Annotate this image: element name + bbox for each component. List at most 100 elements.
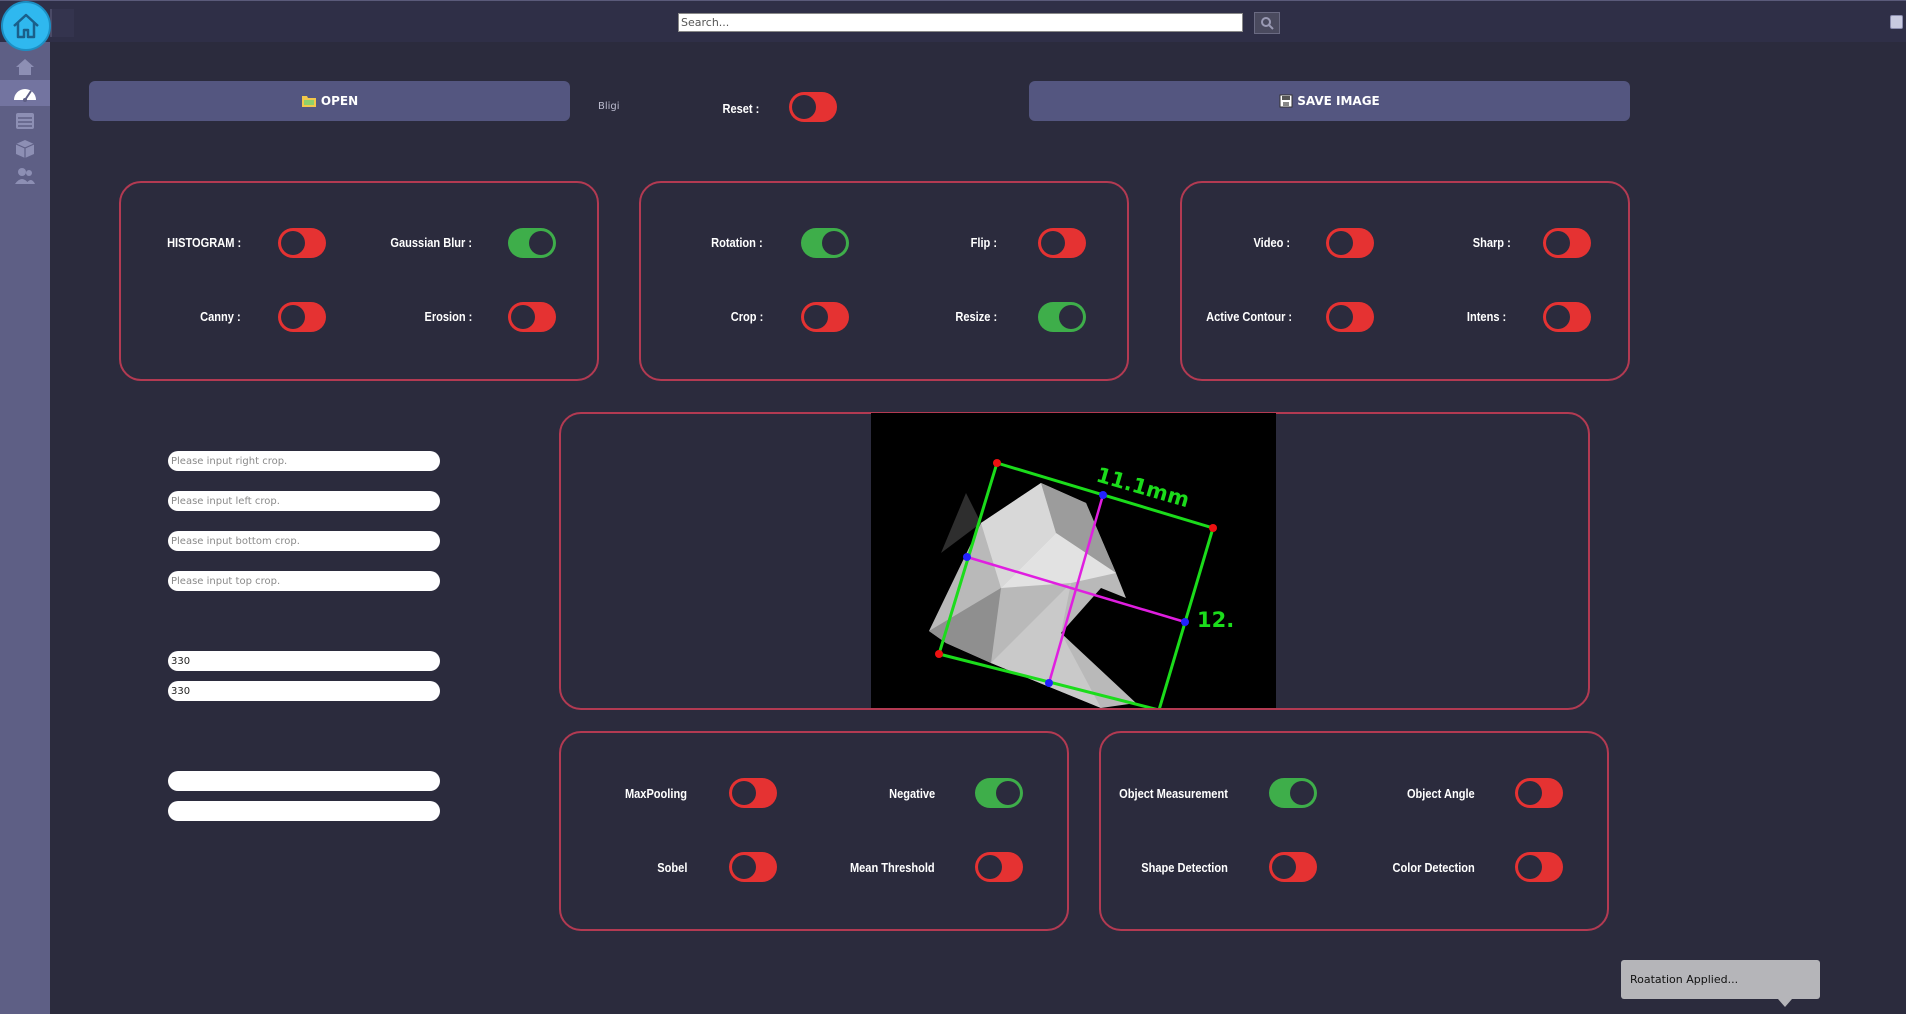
- left-crop-input[interactable]: [168, 491, 440, 511]
- toggle-knob: [1546, 305, 1570, 329]
- toggle-knob: [996, 781, 1020, 805]
- sidebar: [0, 42, 50, 1014]
- toggle-knob: [281, 305, 305, 329]
- search-input[interactable]: [678, 13, 1243, 32]
- resize-label: Resize :: [955, 309, 997, 324]
- rotation-toggle[interactable]: [801, 228, 849, 258]
- processed-image: 11.1mm 12.: [871, 413, 1276, 712]
- home-button[interactable]: [1, 1, 51, 51]
- shape-detection-label: Shape Detection: [1141, 860, 1228, 875]
- top-crop-input[interactable]: [168, 571, 440, 591]
- extra-input-1[interactable]: [168, 771, 440, 791]
- gaussian-blur-toggle[interactable]: [508, 228, 556, 258]
- toggle-knob: [1041, 231, 1065, 255]
- intens-toggle[interactable]: [1543, 302, 1591, 332]
- negative-label: Negative: [888, 786, 935, 801]
- object-measurement-toggle[interactable]: [1269, 778, 1317, 808]
- speedometer-icon: [14, 89, 36, 102]
- sharp-toggle[interactable]: [1543, 228, 1591, 258]
- bottom-crop-input[interactable]: [168, 531, 440, 551]
- resize-height-input[interactable]: [168, 681, 440, 701]
- folder-icon: [301, 96, 316, 107]
- save-icon: [1279, 94, 1293, 108]
- filters-panel-1: [119, 181, 599, 381]
- toggle-knob: [1290, 781, 1314, 805]
- home-icon: [13, 13, 39, 39]
- right-crop-input[interactable]: [168, 451, 440, 471]
- toggle-knob: [1329, 305, 1353, 329]
- video-toggle[interactable]: [1326, 228, 1374, 258]
- toggle-knob: [732, 855, 756, 879]
- reset-toggle[interactable]: [789, 92, 837, 122]
- filename-text: Bligi: [598, 101, 620, 112]
- histogram-toggle[interactable]: [278, 228, 326, 258]
- toggle-knob: [1329, 231, 1353, 255]
- sidebar-item-list[interactable]: [0, 108, 50, 134]
- video-label: Video :: [1253, 235, 1290, 250]
- mean-threshold-label: Mean Threshold: [850, 860, 935, 875]
- resize-toggle[interactable]: [1038, 302, 1086, 332]
- filters-panel-3: [1180, 181, 1630, 381]
- mean-threshold-toggle[interactable]: [975, 852, 1023, 882]
- list-icon: [16, 113, 34, 129]
- negative-toggle[interactable]: [975, 778, 1023, 808]
- open-button-label: OPEN: [320, 94, 359, 108]
- gaussian-blur-label: Gaussian Blur :: [390, 235, 472, 250]
- crop-toggle[interactable]: [801, 302, 849, 332]
- sidebar-item-home[interactable]: [0, 54, 50, 80]
- color-detection-toggle[interactable]: [1515, 852, 1563, 882]
- sidebar-item-users[interactable]: [0, 163, 50, 189]
- toggle-knob: [792, 95, 816, 119]
- sidebar-toggle-tab[interactable]: [50, 9, 74, 37]
- flip-label: Flip :: [970, 235, 997, 250]
- color-detection-label: Color Detection: [1392, 860, 1475, 875]
- toggle-knob: [978, 855, 1002, 879]
- toggle-knob: [732, 781, 756, 805]
- canny-label: Canny :: [200, 309, 241, 324]
- open-button[interactable]: OPEN: [89, 81, 570, 121]
- erosion-label: Erosion :: [424, 309, 472, 324]
- extra-input-2[interactable]: [168, 801, 440, 821]
- toggle-knob: [1272, 855, 1296, 879]
- save-button-label: SAVE IMAGE: [1297, 94, 1380, 108]
- object-angle-toggle[interactable]: [1515, 778, 1563, 808]
- flip-toggle[interactable]: [1038, 228, 1086, 258]
- search-button[interactable]: [1254, 12, 1280, 34]
- notification-toast: Roatation Applied...: [1621, 960, 1820, 999]
- erosion-toggle[interactable]: [508, 302, 556, 332]
- toggle-knob: [822, 231, 846, 255]
- toggle-knob: [511, 305, 535, 329]
- window-menu-icon[interactable]: [1890, 15, 1903, 29]
- home-icon: [16, 59, 34, 75]
- sidebar-item-dashboard[interactable]: [0, 80, 50, 106]
- maxpooling-label: MaxPooling: [624, 786, 687, 801]
- active-contour-toggle[interactable]: [1326, 302, 1374, 332]
- sidebar-item-package[interactable]: [0, 136, 50, 162]
- toggle-knob: [1546, 231, 1570, 255]
- shape-detection-toggle[interactable]: [1269, 852, 1317, 882]
- toast-message: Roatation Applied...: [1630, 973, 1739, 986]
- search-icon: [1261, 17, 1274, 30]
- canny-toggle[interactable]: [278, 302, 326, 332]
- save-image-button[interactable]: SAVE IMAGE: [1029, 81, 1630, 121]
- toggle-knob: [1518, 781, 1542, 805]
- box-icon: [15, 140, 35, 158]
- toggle-knob: [804, 305, 828, 329]
- sobel-label: Sobel: [656, 860, 687, 875]
- resize-width-input[interactable]: [168, 651, 440, 671]
- crop-label: Crop :: [730, 309, 763, 324]
- filters-panel-2: [639, 181, 1129, 381]
- top-bar: [0, 0, 1906, 42]
- toggle-knob: [281, 231, 305, 255]
- sobel-toggle[interactable]: [729, 852, 777, 882]
- reset-label: Reset :: [722, 101, 759, 116]
- intens-label: Intens :: [1466, 309, 1506, 324]
- rotation-label: Rotation :: [711, 235, 763, 250]
- maxpooling-toggle[interactable]: [729, 778, 777, 808]
- filters-panel-5: [1099, 731, 1609, 931]
- toggle-knob: [1518, 855, 1542, 879]
- toggle-knob: [1059, 305, 1083, 329]
- toast-pointer: [1778, 999, 1792, 1007]
- object-angle-label: Object Angle: [1407, 786, 1475, 801]
- toggle-knob: [529, 231, 553, 255]
